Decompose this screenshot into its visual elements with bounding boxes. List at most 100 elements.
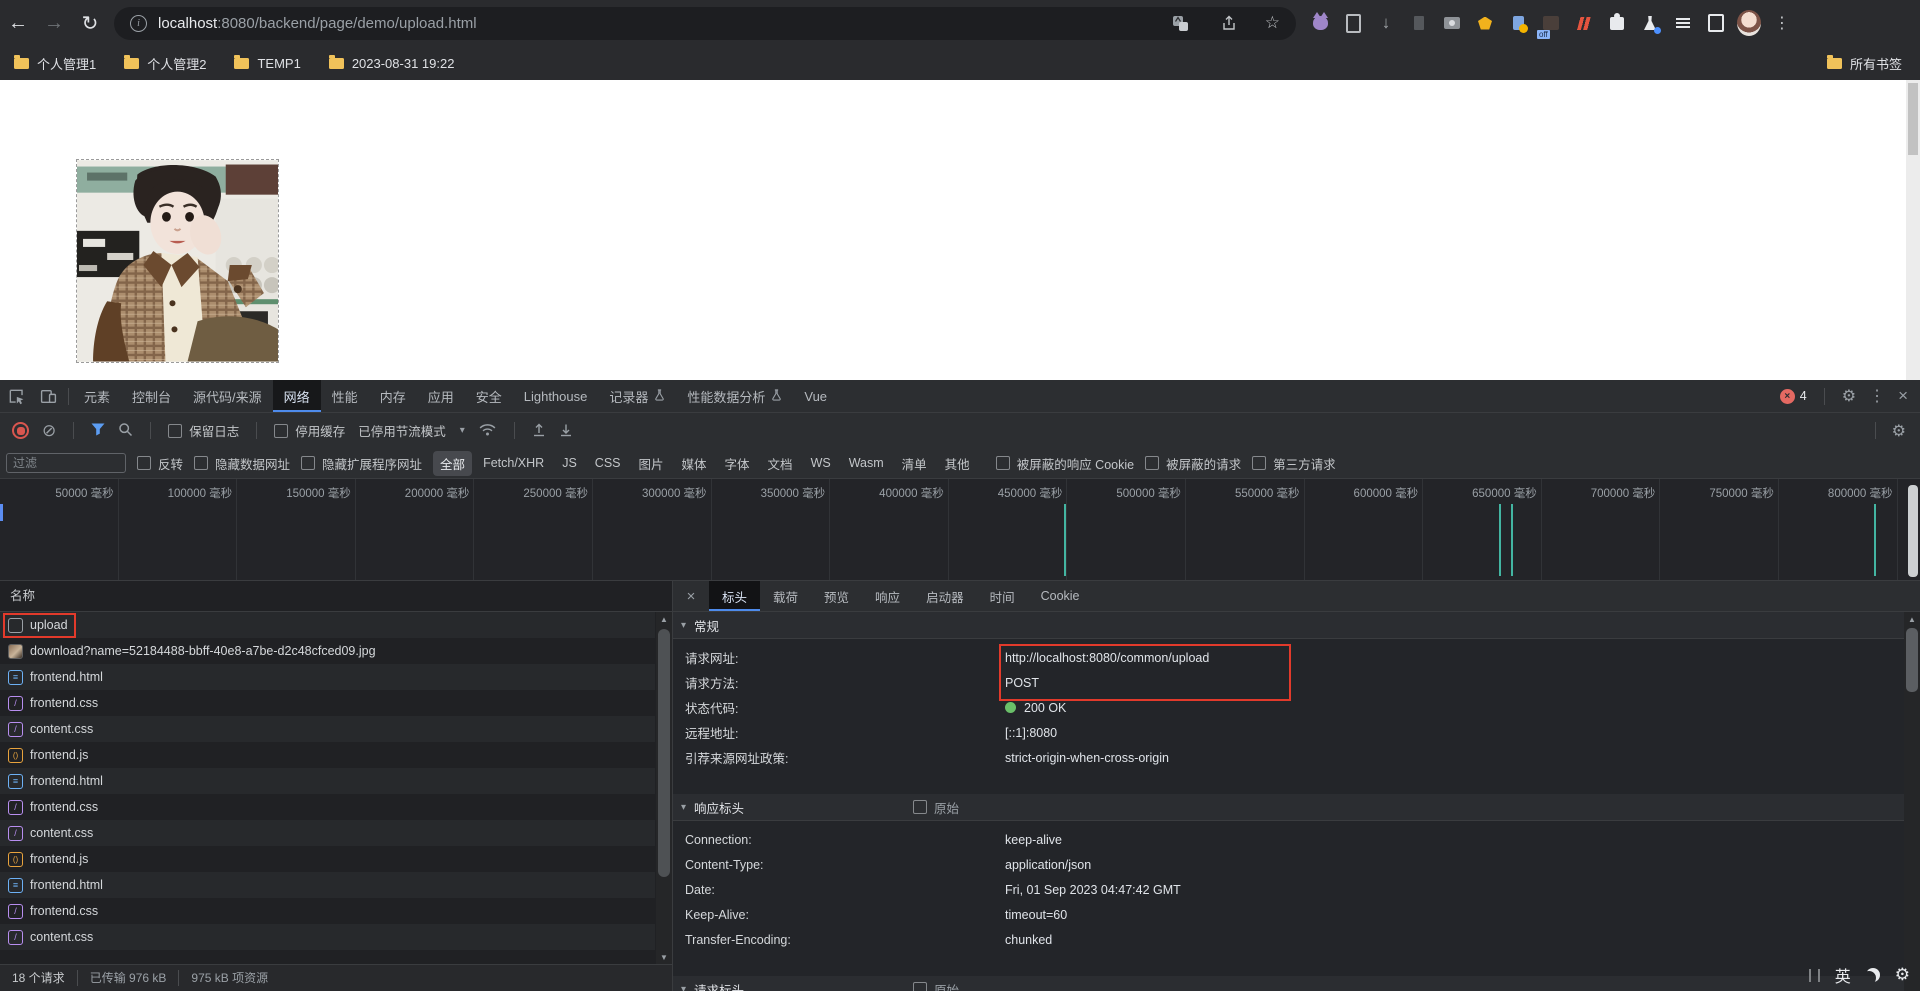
- moon-icon[interactable]: [1866, 968, 1880, 982]
- clipboard-extension-icon[interactable]: [1341, 10, 1365, 36]
- devtools-settings-icon[interactable]: ⚙: [1842, 386, 1856, 406]
- bookmark-item[interactable]: 个人管理1: [14, 54, 96, 73]
- devtools-tab[interactable]: Lighthouse: [513, 380, 599, 412]
- site-info-icon[interactable]: i: [130, 15, 147, 32]
- request-row[interactable]: /content.css: [0, 716, 655, 742]
- camera-extension-icon[interactable]: [1440, 10, 1464, 36]
- all-bookmarks[interactable]: 所有书签: [1827, 54, 1902, 73]
- devtools-tab[interactable]: 元素: [73, 380, 121, 412]
- filter-chip[interactable]: Fetch/XHR: [476, 453, 551, 473]
- general-section-header[interactable]: ▾ 常规: [673, 612, 1904, 639]
- filter-chip[interactable]: 图片: [632, 451, 671, 476]
- throttling-dropdown[interactable]: 已停用节流模式 ▾: [358, 421, 465, 440]
- request-headers-header[interactable]: ▾ 请求标头 原始: [673, 976, 1904, 991]
- network-conditions-icon[interactable]: [478, 422, 497, 440]
- hide-extension-urls-checkbox[interactable]: 隐藏扩展程序网址: [301, 454, 422, 473]
- details-tab[interactable]: 预览: [811, 581, 862, 611]
- raw-request-checkbox[interactable]: 原始: [913, 980, 959, 991]
- fox-extension-icon[interactable]: [1473, 10, 1497, 36]
- request-row[interactable]: ≡frontend.html: [0, 664, 655, 690]
- request-row[interactable]: /frontend.css: [0, 794, 655, 820]
- flask-extension-icon[interactable]: [1638, 10, 1662, 36]
- devtools-menu-icon[interactable]: ⋮: [1869, 386, 1885, 406]
- devtools-tab[interactable]: 性能: [321, 380, 369, 412]
- url-text[interactable]: localhost:8080/backend/page/demo/upload.…: [158, 15, 477, 32]
- profile-avatar[interactable]: [1737, 10, 1761, 36]
- uploaded-photo[interactable]: [77, 160, 278, 362]
- bookmark-star-icon[interactable]: ☆: [1265, 13, 1280, 33]
- address-bar[interactable]: i localhost:8080/backend/page/demo/uploa…: [114, 7, 1296, 40]
- filter-chip[interactable]: JS: [555, 453, 584, 473]
- filter-funnel-icon[interactable]: [91, 423, 105, 439]
- close-details-icon[interactable]: ×: [673, 588, 709, 605]
- request-row[interactable]: /content.css: [0, 820, 655, 846]
- filter-chip[interactable]: 文档: [761, 451, 800, 476]
- devtools-tab[interactable]: 源代码/来源: [182, 380, 273, 412]
- preserve-log-checkbox[interactable]: 保留日志: [168, 421, 239, 440]
- extensions-puzzle-icon[interactable]: [1605, 10, 1629, 36]
- raw-response-checkbox[interactable]: 原始: [913, 798, 959, 817]
- request-row[interactable]: ≡frontend.html: [0, 872, 655, 898]
- reload-icon[interactable]: ↻: [72, 11, 108, 36]
- record-network-log-icon[interactable]: [12, 422, 29, 439]
- device-toolbar-icon[interactable]: [32, 380, 64, 412]
- export-har-icon[interactable]: [559, 422, 573, 440]
- red-quotes-extension-icon[interactable]: [1572, 10, 1596, 36]
- doc-download-extension-icon[interactable]: [1506, 10, 1530, 36]
- request-row[interactable]: ()frontend.js: [0, 742, 655, 768]
- filter-chip[interactable]: 字体: [718, 451, 757, 476]
- devtools-tab[interactable]: 性能数据分析: [676, 380, 793, 412]
- response-headers-header[interactable]: ▾ 响应标头 原始: [673, 794, 1904, 821]
- forward-icon[interactable]: →: [36, 12, 72, 35]
- third-party-checkbox[interactable]: 第三方请求: [1252, 454, 1336, 473]
- back-icon[interactable]: ←: [0, 12, 36, 35]
- request-row[interactable]: upload: [0, 612, 655, 638]
- devtools-tab[interactable]: 控制台: [121, 380, 182, 412]
- request-list-scrollbar-thumb[interactable]: [658, 629, 670, 877]
- network-settings-icon[interactable]: ⚙: [1892, 421, 1906, 441]
- filter-chip[interactable]: Wasm: [842, 453, 891, 473]
- share-icon[interactable]: [1217, 10, 1241, 36]
- blocked-cookies-checkbox[interactable]: 被屏蔽的响应 Cookie: [996, 454, 1134, 473]
- blocked-requests-checkbox[interactable]: 被屏蔽的请求: [1145, 454, 1241, 473]
- translate-icon[interactable]: [1169, 10, 1193, 36]
- network-overview-timeline[interactable]: 50000 毫秒100000 毫秒150000 毫秒200000 毫秒25000…: [0, 479, 1920, 581]
- name-column-header[interactable]: 名称: [0, 581, 672, 612]
- request-row[interactable]: ≡frontend.html: [0, 768, 655, 794]
- details-tab[interactable]: 标头: [709, 581, 760, 611]
- tray-handle-icon[interactable]: [1809, 969, 1820, 982]
- scroll-down-icon[interactable]: ▼: [656, 951, 672, 964]
- playlist-extension-icon[interactable]: [1671, 10, 1695, 36]
- page-scrollbar[interactable]: [1906, 80, 1920, 380]
- details-tab[interactable]: 响应: [862, 581, 913, 611]
- browser-menu-icon[interactable]: ⋮: [1770, 10, 1794, 36]
- filter-chip[interactable]: CSS: [588, 453, 628, 473]
- page-scrollbar-thumb[interactable]: [1908, 83, 1918, 155]
- bookmark-item[interactable]: TEMP1: [234, 56, 300, 71]
- console-error-badge[interactable]: × 4: [1780, 389, 1807, 404]
- devtools-close-icon[interactable]: ×: [1898, 386, 1908, 406]
- devtools-tab[interactable]: Vue: [793, 380, 838, 412]
- filter-input[interactable]: [6, 453, 126, 473]
- disable-cache-checkbox[interactable]: 停用缓存: [274, 421, 345, 440]
- scroll-up-icon[interactable]: ▲: [1904, 613, 1920, 626]
- download-arrow-extension-icon[interactable]: ↓: [1374, 10, 1398, 36]
- trash-extension-icon[interactable]: [1407, 10, 1431, 36]
- details-scrollbar[interactable]: ▲: [1904, 612, 1920, 991]
- devtools-tab[interactable]: 记录器: [598, 380, 676, 412]
- clear-network-log-icon[interactable]: ⊘: [42, 422, 56, 439]
- request-row[interactable]: /content.css: [0, 924, 655, 950]
- scroll-up-icon[interactable]: ▲: [656, 613, 672, 626]
- filter-chip[interactable]: 清单: [895, 451, 934, 476]
- devtools-tab[interactable]: 应用: [417, 380, 465, 412]
- ime-language-indicator[interactable]: 英: [1835, 963, 1851, 987]
- filter-chip[interactable]: 媒体: [675, 451, 714, 476]
- filter-chip[interactable]: 全部: [433, 451, 472, 476]
- search-icon[interactable]: [118, 422, 133, 440]
- inspect-element-icon[interactable]: [0, 380, 32, 412]
- request-row[interactable]: /frontend.css: [0, 690, 655, 716]
- tray-settings-icon[interactable]: ⚙: [1895, 965, 1910, 985]
- details-tab[interactable]: 时间: [977, 581, 1028, 611]
- devtools-tab[interactable]: 安全: [465, 380, 513, 412]
- invert-checkbox[interactable]: 反转: [137, 454, 183, 473]
